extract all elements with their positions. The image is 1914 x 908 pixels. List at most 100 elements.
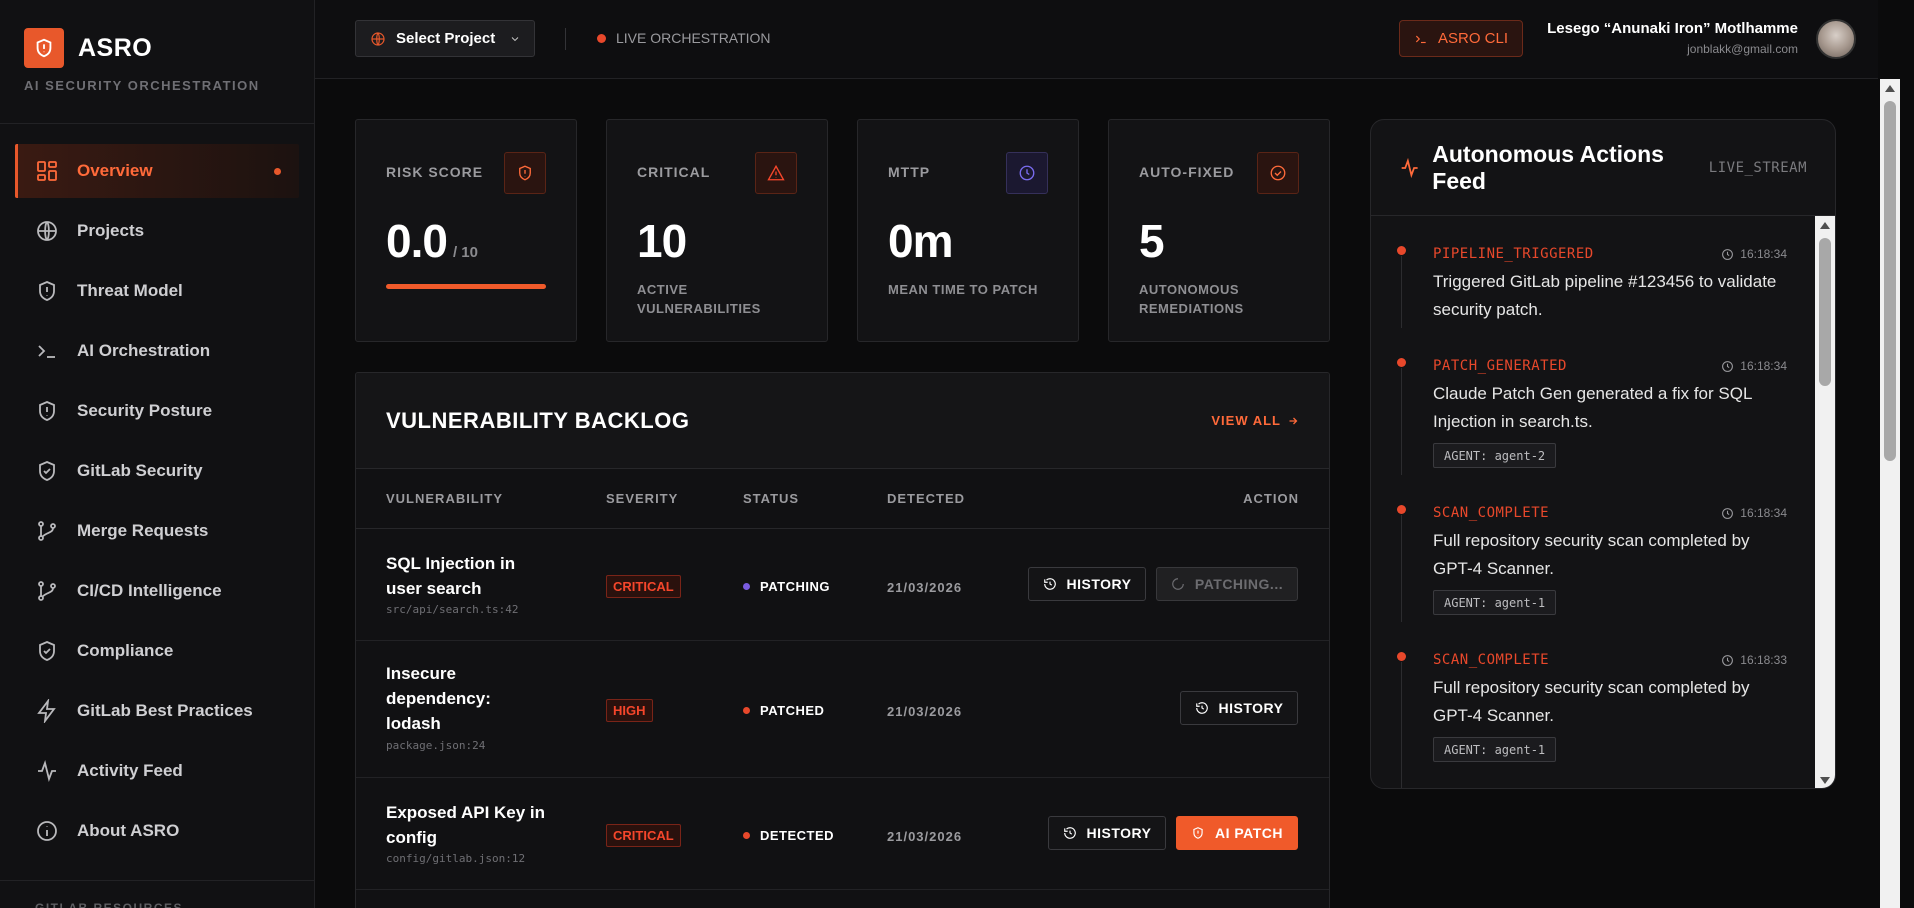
feed-item-dot (1397, 358, 1406, 367)
user-info: Lesego “Anunaki Iron” Motlhamme jonblakk… (1547, 20, 1798, 56)
severity-badge: CRITICAL (606, 575, 681, 598)
sidebar-item-about-asro[interactable]: About ASRO (15, 804, 299, 858)
ai-patch-label: AI PATCH (1214, 825, 1284, 841)
status-indicator: PATCHING (743, 579, 830, 594)
sidebar-item-cicd-intelligence[interactable]: CI/CD Intelligence (15, 564, 299, 618)
sidebar-item-overview[interactable]: Overview (15, 144, 299, 198)
project-select[interactable]: Select Project (355, 20, 535, 57)
info-icon (37, 821, 57, 841)
history-button[interactable]: HISTORY (1028, 567, 1146, 601)
chevron-down-icon (511, 36, 519, 41)
status-label: DETECTED (760, 828, 835, 843)
feed-item-type: PATCH_GENERATED (1433, 358, 1567, 374)
critical-card: CRITICAL 10 ACTIVE VULNERABILITIES (606, 119, 828, 342)
feed-item-message: Claude Patch Gen generated a fix for SQL… (1433, 384, 1752, 431)
risk-suffix: / 10 (452, 244, 478, 261)
detected-date: 21/03/2026 (887, 829, 963, 844)
scroll-up-arrow-icon[interactable] (1885, 85, 1895, 92)
sidebar-section-gitlab-resources: GITLAB RESOURCES (0, 880, 314, 908)
feed-item-agent-badge: AGENT: agent-1 (1433, 737, 1557, 762)
header-divider (565, 28, 566, 50)
shield-check-icon (39, 461, 55, 481)
shield-alert-icon (1193, 827, 1203, 839)
column-header-detected: DETECTED (887, 491, 966, 506)
feed-timeline-line (1401, 368, 1402, 475)
avatar[interactable] (1816, 19, 1856, 59)
table-row[interactable]: Insecure dependency: lodash package.json… (356, 641, 1329, 778)
vulnerability-title: SQL Injection in user search (386, 554, 516, 598)
patching-button[interactable]: PATCHING... (1156, 567, 1298, 601)
feed-item-message: Full repository security scan completed … (1433, 678, 1750, 725)
sidebar-item-label: Merge Requests (77, 521, 209, 540)
critical-value: 10 (637, 215, 687, 267)
table-row[interactable]: Exposed API Key in config config/gitlab.… (356, 778, 1329, 890)
sidebar-item-threat-model[interactable]: Threat Model (15, 264, 299, 318)
mttp-card: MTTP 0m MEAN TIME TO PATCH (857, 119, 1079, 342)
feed-item: PATCH_GENERATED 16:18:34 Claude Patch Ge… (1371, 328, 1811, 475)
vulnerability-title: Exposed API Key in config (386, 803, 546, 847)
history-icon (1043, 578, 1056, 590)
activity-icon (1401, 157, 1418, 178)
vulnerability-title: Insecure dependency: lodash (386, 664, 491, 733)
sidebar-item-label: Overview (77, 161, 153, 180)
view-all-label: VIEW ALL (1211, 413, 1281, 428)
shield-alert-icon (39, 401, 55, 421)
feed-scrollbar[interactable] (1815, 216, 1835, 788)
feed-time-label: 16:18:33 (1740, 653, 1787, 667)
sidebar-item-activity-feed[interactable]: Activity Feed (15, 744, 299, 798)
sidebar-item-projects[interactable]: Projects (15, 204, 299, 258)
sidebar-item-compliance[interactable]: Compliance (15, 624, 299, 678)
sidebar-item-security-posture[interactable]: Security Posture (15, 384, 299, 438)
risk-score-value: 0.0/ 10 (386, 214, 546, 268)
ai-patch-button[interactable]: AI PATCH (1176, 816, 1298, 850)
zap-icon (37, 699, 56, 723)
status-dot (743, 707, 750, 714)
vulnerability-backlog: VULNERABILITY BACKLOG VIEW ALL VULNERABI… (355, 372, 1330, 908)
live-orchestration-indicator: LIVE ORCHESTRATION (597, 30, 771, 46)
git-branch-icon (38, 581, 56, 601)
feed-item-dot (1397, 505, 1406, 514)
auto-fixed-value: 5 (1139, 215, 1165, 267)
severity-badge: CRITICAL (606, 824, 681, 847)
feed-item-type: SCAN_COMPLETE (1433, 652, 1550, 668)
history-icon (1063, 827, 1076, 839)
asro-cli-button[interactable]: ASRO CLI (1399, 20, 1523, 57)
feed-item-time: 16:18:33 (1721, 653, 1787, 667)
sidebar-item-gitlab-best-practices[interactable]: GitLab Best Practices (15, 684, 299, 738)
sidebar-item-gitlab-security[interactable]: GitLab Security (15, 444, 299, 498)
shield-icon (24, 28, 64, 68)
feed-list[interactable]: PIPELINE_TRIGGERED 16:18:34 Triggered Gi… (1371, 216, 1835, 788)
table-row[interactable]: SQL Injection in user search src/api/sea… (356, 529, 1329, 641)
scroll-down-arrow-icon[interactable] (1820, 777, 1830, 784)
scroll-up-arrow-icon[interactable] (1820, 222, 1830, 229)
status-label: PATCHED (760, 703, 825, 718)
feed-item-time: 16:18:34 (1721, 247, 1787, 261)
risk-score-bar (386, 284, 546, 289)
user-email: jonblakk@gmail.com (1687, 42, 1798, 56)
column-header-status: STATUS (743, 491, 800, 506)
sidebar-item-label: Security Posture (77, 401, 213, 420)
feed-scrollbar-thumb[interactable] (1819, 238, 1831, 386)
patching-label: PATCHING... (1194, 576, 1284, 592)
top-header: Select Project LIVE ORCHESTRATION ASRO C… (315, 0, 1878, 79)
page-scrollbar-thumb[interactable] (1884, 101, 1896, 461)
history-button[interactable]: HISTORY (1048, 816, 1166, 850)
sidebar-item-label: AI Orchestration (77, 341, 211, 360)
history-button[interactable]: HISTORY (1180, 691, 1298, 725)
feed-timeline-line (1401, 256, 1402, 328)
backlog-title: VULNERABILITY BACKLOG (386, 407, 690, 433)
sidebar-item-merge-requests[interactable]: Merge Requests (15, 504, 299, 558)
page-scrollbar[interactable] (1880, 79, 1900, 908)
feed-timeline-line (1401, 662, 1402, 788)
project-select-label: Select Project (396, 30, 496, 47)
risk-value: 0.0 (386, 215, 448, 267)
sidebar-item-ai-orchestration[interactable]: AI Orchestration (15, 324, 299, 378)
feed-item-type: PIPELINE_TRIGGERED (1433, 246, 1594, 262)
history-icon (1195, 702, 1208, 714)
autonomous-actions-feed: Autonomous Actions Feed LIVE_STREAM PIPE… (1370, 119, 1836, 789)
globe-icon (371, 31, 385, 46)
brand-subtitle: AI SECURITY ORCHESTRATION (24, 78, 260, 93)
backlog-header: VULNERABILITY BACKLOG VIEW ALL (356, 373, 1329, 469)
view-all-link[interactable]: VIEW ALL (1211, 413, 1299, 428)
detected-date: 21/03/2026 (887, 704, 963, 719)
